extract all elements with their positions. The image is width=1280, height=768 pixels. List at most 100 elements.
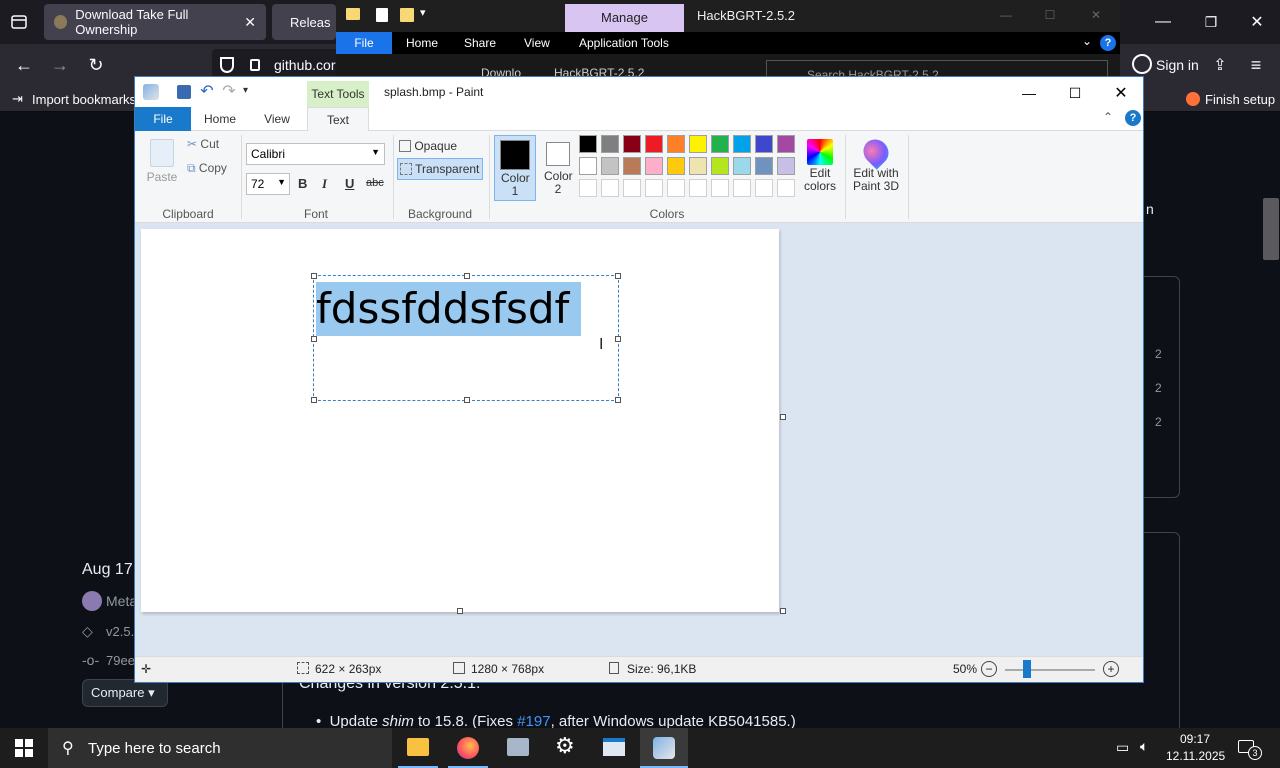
canvas-resize-handle[interactable] (780, 414, 786, 420)
selected-text[interactable]: fdssfddsfsdf (316, 282, 582, 336)
palette-color-swatch[interactable] (711, 179, 729, 197)
paste-button[interactable]: Paste (143, 135, 181, 187)
bold-button[interactable]: B (298, 176, 307, 191)
transparent-button[interactable]: Transparent (397, 158, 483, 180)
reload-icon[interactable]: ↻ (84, 54, 108, 76)
close-icon[interactable]: ✕ (1086, 6, 1106, 24)
palette-color-swatch[interactable] (601, 157, 619, 175)
sign-in-link[interactable]: Sign in (1156, 57, 1199, 73)
resize-handle[interactable] (311, 273, 317, 279)
tab-view[interactable]: View (253, 107, 301, 131)
forward-icon[interactable]: → (48, 54, 72, 76)
help-icon[interactable]: ? (1125, 110, 1141, 126)
page-scrollbar-thumb[interactable] (1263, 198, 1279, 260)
text-box-selection[interactable]: fdssfddsfsdf (311, 273, 621, 403)
resize-handle[interactable] (311, 336, 317, 342)
palette-color-swatch[interactable] (755, 179, 773, 197)
menu-icon[interactable]: ≡ (1246, 54, 1266, 76)
canvas-resize-handle[interactable] (457, 608, 463, 614)
undo-icon[interactable]: ↶ (199, 82, 215, 100)
italic-button[interactable]: I (322, 176, 327, 192)
palette-color-swatch[interactable] (711, 157, 729, 175)
palette-color-swatch[interactable] (777, 179, 795, 197)
taskbar-search-box[interactable]: ⚲ Type here to search (48, 728, 392, 768)
expand-ribbon-icon[interactable]: ⌄ (1082, 34, 1092, 48)
close-window-icon[interactable]: ✕ (1244, 10, 1270, 34)
image-canvas[interactable]: fdssfddsfsdf I (141, 229, 779, 612)
palette-color-swatch[interactable] (601, 179, 619, 197)
tab-list-icon[interactable] (8, 12, 30, 32)
file-explorer-taskbar-icon[interactable] (398, 728, 438, 768)
firefox-taskbar-icon[interactable] (448, 728, 488, 768)
import-bookmarks-link[interactable]: Import bookmarks... (32, 92, 147, 107)
font-size-select[interactable]: 72 ▼ (246, 173, 290, 195)
release-author[interactable]: Meta (106, 593, 137, 609)
extensions-icon[interactable]: ⇪ (1210, 54, 1230, 76)
palette-color-swatch[interactable] (579, 135, 597, 153)
palette-color-swatch[interactable] (667, 179, 685, 197)
minimize-icon[interactable]: — (1150, 10, 1176, 34)
edit-colors-button[interactable]: Edit colors (799, 135, 841, 201)
tab-application-tools[interactable]: Application Tools (579, 36, 669, 50)
window-app-taskbar-icon[interactable] (594, 728, 634, 768)
release-tag[interactable]: v2.5. (106, 624, 134, 639)
palette-color-swatch[interactable] (579, 157, 597, 175)
zoom-out-icon[interactable]: − (981, 661, 997, 677)
collapse-ribbon-icon[interactable]: ⌃ (1103, 110, 1113, 124)
palette-color-swatch[interactable] (777, 157, 795, 175)
palette-color-swatch[interactable] (689, 179, 707, 197)
tab-file[interactable]: File (336, 32, 392, 54)
palette-color-swatch[interactable] (667, 135, 685, 153)
strikethrough-button[interactable]: abc (366, 177, 384, 189)
opaque-button[interactable]: Opaque (397, 137, 483, 157)
palette-color-swatch[interactable] (689, 135, 707, 153)
browser-tab-releases[interactable]: Releas (272, 4, 336, 40)
copy-button[interactable]: ⧉ Copy (187, 161, 227, 176)
palette-color-swatch[interactable] (733, 179, 751, 197)
palette-color-swatch[interactable] (601, 135, 619, 153)
minimize-icon[interactable]: — (996, 6, 1016, 24)
edit-with-paint3d-button[interactable]: Edit with Paint 3D (847, 134, 905, 201)
tab-text[interactable]: Text (307, 107, 369, 132)
release-commit[interactable]: 79ee (106, 653, 135, 668)
zoom-in-icon[interactable]: + (1103, 661, 1119, 677)
tab-home[interactable]: Home (406, 36, 438, 50)
save-icon[interactable] (177, 85, 191, 99)
color1-button[interactable]: Color 1 (494, 135, 536, 201)
account-icon[interactable] (1132, 54, 1152, 74)
close-icon[interactable]: ✕ (1109, 83, 1133, 103)
zoom-slider-thumb[interactable] (1023, 660, 1031, 678)
tab-share[interactable]: Share (464, 36, 496, 50)
palette-color-swatch[interactable] (689, 157, 707, 175)
resize-handle[interactable] (464, 273, 470, 279)
font-family-select[interactable]: Calibri ▼ (246, 143, 385, 165)
maximize-icon[interactable]: ☐ (1040, 6, 1060, 24)
customize-quick-access-icon[interactable]: ▾ (243, 85, 248, 96)
customize-arrow-icon[interactable]: ▾ (420, 6, 426, 19)
palette-color-swatch[interactable] (755, 157, 773, 175)
palette-color-swatch[interactable] (733, 157, 751, 175)
palette-color-swatch[interactable] (711, 135, 729, 153)
palette-color-swatch[interactable] (623, 179, 641, 197)
tab-home[interactable]: Home (195, 107, 245, 131)
palette-color-swatch[interactable] (645, 135, 663, 153)
new-folder-icon[interactable] (400, 8, 414, 22)
palette-color-swatch[interactable] (579, 179, 597, 197)
maximize-icon[interactable]: ☐ (1063, 83, 1087, 103)
back-icon[interactable]: ← (12, 54, 36, 76)
resize-handle[interactable] (615, 273, 621, 279)
help-icon[interactable]: ? (1100, 35, 1116, 51)
clock-date[interactable]: 12.11.2025 (1166, 749, 1225, 763)
palette-color-swatch[interactable] (733, 135, 751, 153)
network-icon[interactable]: ▭ (1116, 739, 1129, 756)
palette-color-swatch[interactable] (667, 157, 685, 175)
finish-setup-link[interactable]: Finish setup (1205, 92, 1275, 107)
underline-button[interactable]: U (345, 176, 354, 191)
palette-color-swatch[interactable] (777, 135, 795, 153)
close-tab-icon[interactable]: ✕ (244, 14, 256, 31)
settings-taskbar-icon[interactable]: ⚙ (546, 728, 586, 768)
canvas-resize-handle[interactable] (780, 608, 786, 614)
start-button[interactable] (0, 728, 48, 768)
resize-handle[interactable] (615, 336, 621, 342)
compare-button[interactable]: Compare ▾ (82, 679, 168, 707)
